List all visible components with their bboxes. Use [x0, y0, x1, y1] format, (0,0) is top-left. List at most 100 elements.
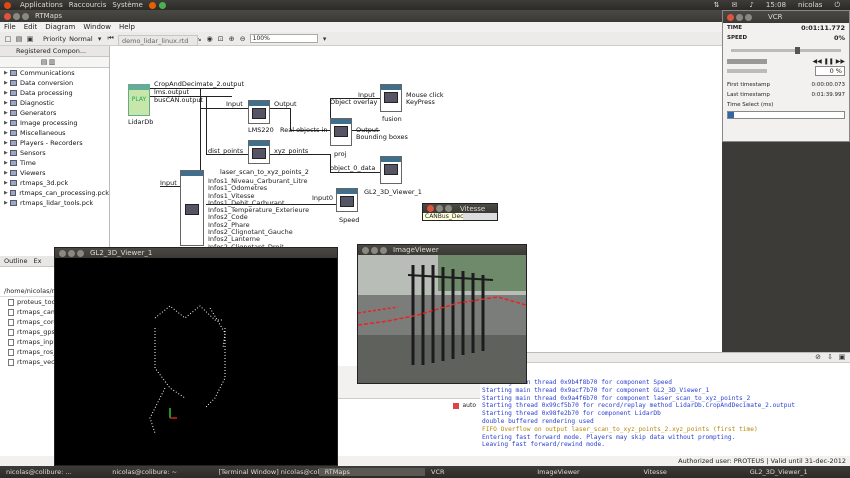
tab-diagram[interactable]: demo_lidar_linux.rtd: [118, 35, 198, 46]
clear-console-icon[interactable]: ⊘: [814, 353, 822, 361]
fine-slider[interactable]: [727, 69, 767, 73]
xyz-component[interactable]: [248, 140, 270, 164]
tree-item[interactable]: ▶ Generators: [0, 108, 109, 118]
clock[interactable]: 15:08: [766, 1, 786, 9]
maximize-icon[interactable]: [745, 13, 752, 21]
pin-icon[interactable]: ▣: [838, 353, 846, 361]
close-icon[interactable]: [362, 246, 369, 254]
image-viewer-window[interactable]: ImageViewer: [357, 244, 527, 384]
system-menu[interactable]: Système: [112, 1, 142, 9]
record-toggle-icon[interactable]: [453, 402, 460, 409]
firefox-icon[interactable]: [148, 1, 156, 9]
gl2-viewer-component[interactable]: [380, 156, 402, 184]
minimize-icon[interactable]: [436, 205, 443, 212]
zoom-out-icon[interactable]: ⊖: [239, 35, 247, 43]
rewind-icon[interactable]: ◀◀: [812, 58, 821, 65]
save-icon[interactable]: ▣: [26, 35, 34, 43]
tree-item[interactable]: ▶ Time: [0, 158, 109, 168]
taskbar-item[interactable]: nicolas@colibure: ~: [106, 468, 212, 476]
tree-item[interactable]: ▶ Viewers: [0, 168, 109, 178]
network-icon[interactable]: ⇅: [714, 1, 720, 9]
tab-outline[interactable]: Outline: [4, 257, 28, 265]
applications-menu[interactable]: Applications: [20, 1, 63, 9]
minimize-icon[interactable]: [13, 12, 20, 20]
maximize-icon[interactable]: [77, 249, 84, 257]
taskbar-item[interactable]: RTMaps: [318, 468, 425, 476]
fit-icon[interactable]: ⊡: [217, 35, 225, 43]
chrome-icon[interactable]: [158, 1, 166, 9]
tree-item[interactable]: ▶ Sensors: [0, 148, 109, 158]
chevron-down-icon[interactable]: ▾: [96, 35, 104, 43]
tree-item[interactable]: ▶ Players - Recorders: [0, 138, 109, 148]
maximize-icon[interactable]: [380, 246, 387, 254]
speed-input[interactable]: 0 %: [815, 66, 845, 76]
record-icon[interactable]: ◉: [206, 35, 214, 43]
imageviewer-titlebar[interactable]: ImageViewer: [358, 245, 526, 255]
rewind-start-icon[interactable]: ⏮: [107, 34, 115, 43]
new-icon[interactable]: □: [4, 35, 12, 43]
forward-icon[interactable]: ▶▶: [836, 58, 845, 65]
power-icon[interactable]: ⏻: [834, 1, 840, 10]
menu-help[interactable]: Help: [119, 23, 135, 31]
menu-window[interactable]: Window: [83, 23, 111, 31]
priority-select[interactable]: Normal: [69, 35, 93, 43]
vcr-window[interactable]: VCR TIME 0:01:11.772 SPEED 0% ◀◀ ❚❚ ▶▶ 0…: [722, 10, 850, 142]
lidardb-player[interactable]: PLAY: [128, 84, 150, 116]
zoom-in-icon[interactable]: ⊕: [228, 35, 236, 43]
lms220-component[interactable]: [248, 100, 270, 124]
taskbar-item[interactable]: Vitesse: [638, 468, 744, 476]
menu-diagram[interactable]: Diagram: [45, 23, 75, 31]
fusion-component[interactable]: [380, 84, 402, 112]
vitesse-titlebar[interactable]: Vitesse: [423, 204, 497, 213]
position-slider[interactable]: [727, 58, 767, 64]
tab-explorer[interactable]: Ex: [34, 257, 42, 265]
ubuntu-logo-icon[interactable]: [4, 1, 11, 9]
pause-icon[interactable]: ❚❚: [824, 58, 834, 65]
menu-file[interactable]: File: [4, 23, 16, 31]
gl2-titlebar[interactable]: GL2_3D_Viewer_1: [55, 248, 337, 258]
proj-component[interactable]: [330, 118, 352, 146]
rtmaps-titlebar[interactable]: RTMaps: [0, 10, 722, 22]
user-menu[interactable]: nicolas: [798, 1, 822, 9]
taskbar-item[interactable]: GL2_3D_Viewer_1: [744, 468, 850, 476]
zoom-input[interactable]: 100%: [249, 34, 318, 43]
scroll-lock-icon[interactable]: ⇩: [826, 353, 834, 361]
open-icon[interactable]: ▤: [15, 35, 23, 43]
vcr-titlebar[interactable]: VCR: [723, 11, 849, 23]
tree-item[interactable]: ▶ Data processing: [0, 88, 109, 98]
chevron-down-icon[interactable]: [728, 112, 734, 118]
tree-item[interactable]: ▶ rtmaps_can_processing.pck: [0, 188, 109, 198]
filter-icon[interactable]: ▥: [48, 58, 56, 66]
chevron-down-icon[interactable]: ▾: [321, 35, 329, 43]
volume-icon[interactable]: ♪: [749, 1, 753, 9]
tree-item[interactable]: ▶ Image processing: [0, 118, 109, 128]
minimize-icon[interactable]: [736, 13, 743, 21]
taskbar-item[interactable]: nicolas@colibure: ...: [0, 468, 106, 476]
speed-component[interactable]: [336, 188, 358, 212]
slider-handle[interactable]: [795, 47, 800, 54]
tree-item[interactable]: ▶ Miscellaneous: [0, 128, 109, 138]
maximize-icon[interactable]: [445, 205, 452, 212]
tree-item[interactable]: ▶ Data conversion: [0, 78, 109, 88]
close-icon[interactable]: [727, 13, 734, 21]
tree-item[interactable]: ▶ rtmaps_lidar_tools.pck: [0, 198, 109, 208]
minimize-icon[interactable]: [371, 246, 378, 254]
collapse-icon[interactable]: ▤: [40, 58, 48, 66]
minimize-icon[interactable]: [68, 249, 75, 257]
maximize-icon[interactable]: [22, 12, 29, 20]
menu-edit[interactable]: Edit: [24, 23, 38, 31]
taskbar-item[interactable]: VCR: [425, 468, 531, 476]
tree-item[interactable]: ▶ rtmaps_3d.pck: [0, 178, 109, 188]
vitesse-window[interactable]: Vitesse CANBus_Dec: [422, 203, 498, 221]
mail-icon[interactable]: ✉: [732, 1, 738, 9]
tab-registered-components[interactable]: Registered Compon...: [0, 46, 109, 57]
tree-item[interactable]: ▶ Communications: [0, 68, 109, 78]
gl2-viewer-window[interactable]: GL2_3D_Viewer_1: [54, 247, 338, 466]
taskbar-item[interactable]: [Terminal Window] nicolas@colibure: ~: [213, 468, 319, 476]
places-menu[interactable]: Raccourcis: [69, 1, 107, 9]
close-icon[interactable]: [59, 249, 66, 257]
tree-item[interactable]: ▶ Diagnostic: [0, 98, 109, 108]
close-icon[interactable]: [427, 205, 434, 212]
taskbar-item[interactable]: ImageViewer: [531, 468, 637, 476]
time-select-input[interactable]: [727, 111, 845, 119]
